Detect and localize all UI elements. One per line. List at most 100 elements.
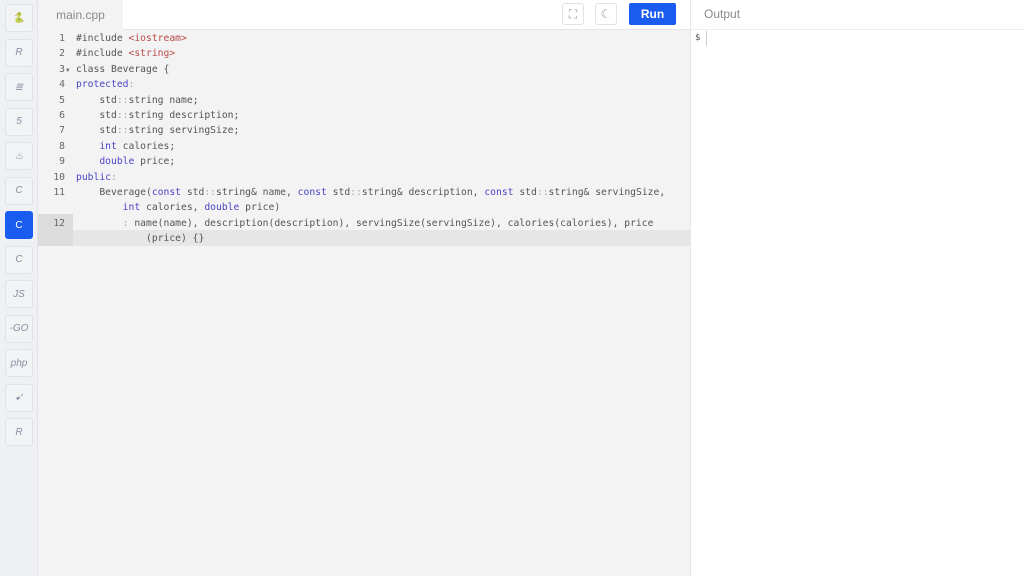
sidebar-item-java[interactable]: ♨ bbox=[5, 142, 33, 170]
line-number: 9 bbox=[59, 156, 65, 168]
code-line: #include <string> bbox=[76, 46, 175, 61]
c-icon: C bbox=[15, 185, 23, 196]
terminal-cursor[interactable] bbox=[706, 31, 707, 46]
output-title: Output bbox=[691, 0, 1024, 30]
java-icon: ♨ bbox=[14, 150, 24, 162]
code-line: int calories, double price) bbox=[76, 200, 280, 215]
sidebar-item-php[interactable]: php bbox=[5, 349, 33, 377]
code-token: std bbox=[76, 94, 117, 106]
code-token: protected bbox=[76, 79, 129, 91]
csharp-icon: C bbox=[15, 254, 23, 265]
code-line: : name(name), description(description), … bbox=[76, 216, 654, 231]
sidebar-item-python[interactable]: 🐍 bbox=[5, 4, 33, 32]
code-line: class Beverage { bbox=[76, 62, 169, 77]
run-button[interactable]: Run bbox=[629, 3, 676, 25]
code-line: std::string servingSize; bbox=[76, 123, 239, 138]
html5-icon: 5 bbox=[16, 116, 22, 127]
code-token: #include bbox=[76, 48, 129, 60]
code-token: string description; bbox=[128, 110, 240, 121]
line-number: 4 bbox=[59, 79, 65, 91]
code-token: std bbox=[181, 187, 205, 198]
code-token: calories, bbox=[140, 202, 205, 214]
line-number: 3 bbox=[59, 63, 65, 75]
php-icon: php bbox=[10, 357, 28, 369]
code-token: : bbox=[111, 171, 117, 183]
code-token: (price) {} bbox=[76, 233, 205, 245]
sidebar-item-swift[interactable]: ➹ bbox=[5, 383, 33, 412]
line-number: 11 bbox=[53, 187, 65, 198]
code-token: double bbox=[204, 202, 240, 214]
sidebar-item-database[interactable]: ≣ bbox=[5, 73, 33, 101]
code-token: price; bbox=[134, 156, 176, 168]
code-token: <string> bbox=[128, 48, 176, 60]
sidebar-item-go[interactable]: -GO bbox=[5, 314, 33, 343]
editor-header: main.cpp ⛶ ☾ Run bbox=[38, 0, 690, 30]
code-token: Beverage( bbox=[76, 187, 152, 198]
code-editor[interactable]: 1 #include <iostream> 2 #include <string> 3 ▼… bbox=[38, 30, 690, 576]
line-number: 8 bbox=[59, 140, 65, 152]
code-token: const bbox=[297, 187, 327, 198]
sidebar-item-html5[interactable]: 5 bbox=[5, 107, 33, 136]
python-icon: 🐍 bbox=[12, 12, 26, 24]
code-token: std bbox=[513, 187, 537, 198]
code-line: int calories; bbox=[76, 139, 175, 154]
line-number: 12 bbox=[53, 217, 65, 229]
code-line: public: bbox=[76, 170, 117, 185]
sidebar-item-cpp[interactable]: C bbox=[5, 211, 33, 239]
line-number: 1 bbox=[59, 33, 65, 44]
go-icon: -GO bbox=[9, 323, 29, 334]
code-token: string& description, bbox=[361, 187, 485, 198]
code-token: class Beverage { bbox=[76, 63, 170, 75]
code-line: protected: bbox=[76, 77, 134, 92]
line-number: 10 bbox=[53, 171, 65, 183]
code-token: name(name), description(description), se… bbox=[128, 217, 654, 229]
code-token: const bbox=[151, 187, 181, 198]
cpp-icon: C bbox=[15, 219, 23, 231]
fold-arrow-icon[interactable]: ▼ bbox=[66, 67, 70, 74]
code-token: #include bbox=[76, 33, 129, 44]
line-number: 5 bbox=[59, 94, 65, 106]
database-icon: ≣ bbox=[14, 81, 24, 93]
theme-toggle-button[interactable]: ☾ bbox=[595, 3, 617, 25]
output-panel: Output $ bbox=[690, 0, 1024, 576]
language-sidebar: 🐍 R ≣ 5 ♨ C C C JS -GO php ➹ R bbox=[0, 0, 38, 576]
code-token: :: bbox=[116, 94, 129, 106]
moon-icon: ☾ bbox=[600, 7, 612, 21]
code-line: double price; bbox=[76, 154, 175, 169]
code-token: price) bbox=[239, 202, 281, 214]
code-line: std::string name; bbox=[76, 93, 198, 108]
code-token: string servingSize; bbox=[128, 125, 240, 137]
code-token: :: bbox=[350, 187, 362, 198]
code-line: (price) {} bbox=[76, 231, 204, 246]
line-number: 2 bbox=[59, 48, 65, 60]
sidebar-item-csharp[interactable]: C bbox=[5, 245, 33, 274]
r-icon: R bbox=[15, 47, 23, 58]
code-token: <iostream> bbox=[128, 33, 187, 44]
sidebar-item-rust[interactable]: R bbox=[5, 418, 33, 446]
code-line: Beverage(const std::string& name, const … bbox=[76, 185, 665, 200]
code-token: const bbox=[484, 187, 514, 198]
tab-main-cpp[interactable]: main.cpp bbox=[38, 0, 123, 30]
terminal-prompt: $ bbox=[695, 33, 701, 43]
fullscreen-button[interactable]: ⛶ bbox=[562, 3, 584, 25]
code-token: int bbox=[99, 140, 117, 152]
code-token: calories; bbox=[116, 140, 176, 152]
rust-icon: R bbox=[15, 426, 23, 438]
code-token: public bbox=[76, 171, 111, 183]
javascript-icon: JS bbox=[13, 288, 25, 300]
code-line: std::string description; bbox=[76, 108, 239, 123]
sidebar-item-javascript[interactable]: JS bbox=[5, 280, 33, 308]
code-token: : bbox=[128, 79, 135, 91]
line-number: 6 bbox=[59, 110, 65, 121]
swift-icon: ➹ bbox=[14, 392, 24, 403]
code-token: std bbox=[76, 110, 117, 121]
code-token: :: bbox=[116, 110, 129, 121]
code-token: std bbox=[76, 125, 117, 137]
code-token: :: bbox=[204, 187, 217, 198]
sidebar-item-c[interactable]: C bbox=[5, 176, 33, 205]
sidebar-item-r[interactable]: R bbox=[5, 38, 33, 67]
